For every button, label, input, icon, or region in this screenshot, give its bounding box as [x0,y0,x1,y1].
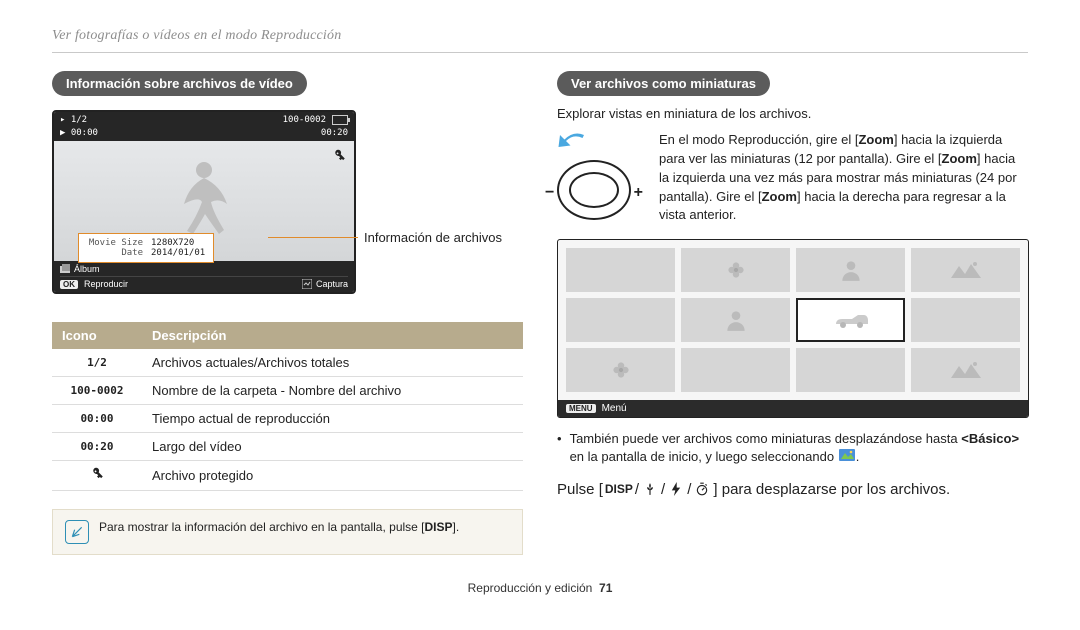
key-icon [90,471,104,484]
album-icon [60,264,70,274]
table-row: 00:00Tiempo actual de reproducción [52,405,523,433]
thumb-cell [911,348,1020,392]
menu-button-icon: MENU [566,404,596,413]
lcd-time-current: 00:00 [71,128,98,138]
flower-icon [608,357,634,383]
thumb-cell [566,248,675,292]
person-icon [838,257,864,283]
file-info-popup: Movie Size1280X720 Date2014/01/01 [78,233,214,263]
col-icono: Icono [52,322,142,349]
key-icon [332,149,346,163]
thumb-cell [911,248,1020,292]
person-icon [723,307,749,333]
rotate-left-arrow-icon [557,131,587,151]
timer-icon [693,482,711,496]
icon-description-table: Icono Descripción 1/2Archivos actuales/A… [52,322,523,491]
thumb-cell [566,348,675,392]
flash-icon [667,482,685,496]
gallery-app-icon [838,448,856,462]
thumb-cell [796,248,905,292]
note-box: Para mostrar la información del archivo … [52,509,523,555]
lcd-play-label: Reproducir [84,279,128,289]
zoom-instructions: En el modo Reproducción, gire el [Zoom] … [659,131,1028,225]
callout-label: Información de archivos [364,230,502,245]
capture-icon [302,279,312,289]
flower-icon [723,257,749,283]
menu-label: Menú [602,403,627,414]
thumb-cell [681,348,790,392]
section-heading-video-info: Información sobre archivos de vídeo [52,71,307,96]
lcd-capture-label: Captura [316,279,348,289]
battery-icon [332,115,348,125]
disp-button-icon: DISP [425,520,453,534]
page-footer: Reproducción y edición 71 [52,581,1028,595]
lcd-time-total: 00:20 [321,128,348,138]
landscape-icon [951,360,981,380]
lcd-filename: 100-0002 [283,115,326,125]
section-heading-thumbnails: Ver archivos como miniaturas [557,71,770,96]
table-row: 00:20Largo del vídeo [52,433,523,461]
table-row: Archivo protegido [52,461,523,491]
divider [52,52,1028,53]
zoom-dial-icon: −+ [557,160,631,220]
thumb-cell [681,298,790,342]
disp-button-icon: DISP [605,482,633,496]
col-descripcion: Descripción [142,322,523,349]
thumb-cell [796,348,905,392]
note-icon [65,520,89,544]
table-row: 100-0002Nombre de la carpeta - Nombre de… [52,377,523,405]
lcd-preview: ▸ 1/2 100-0002 ▶ 00:00 00:20 [52,110,356,294]
car-icon [834,312,868,328]
ok-button-icon: OK [60,280,78,289]
lcd-album-label: Álbum [74,264,100,274]
thumb-cell-selected [796,298,905,342]
thumb-cell [681,248,790,292]
macro-icon [641,482,659,496]
table-row: 1/2Archivos actuales/Archivos totales [52,349,523,377]
navigation-instruction: Pulse [ DISP/// ] para desplazarse por l… [557,481,1028,498]
landscape-icon [951,260,981,280]
breadcrumb: Ver fotografías o vídeos en el modo Repr… [52,28,1028,44]
thumb-cell [911,298,1020,342]
lcd-counter: 1/2 [71,115,87,125]
thumb-cell [566,298,675,342]
thumbnail-grid-preview: MENU Menú [557,239,1029,418]
callout-line: Información de archivos [268,230,502,245]
bullet-tip: • También puede ver archivos como miniat… [557,430,1028,466]
thumbnails-subtitle: Explorar vistas en miniatura de los arch… [557,106,1028,121]
